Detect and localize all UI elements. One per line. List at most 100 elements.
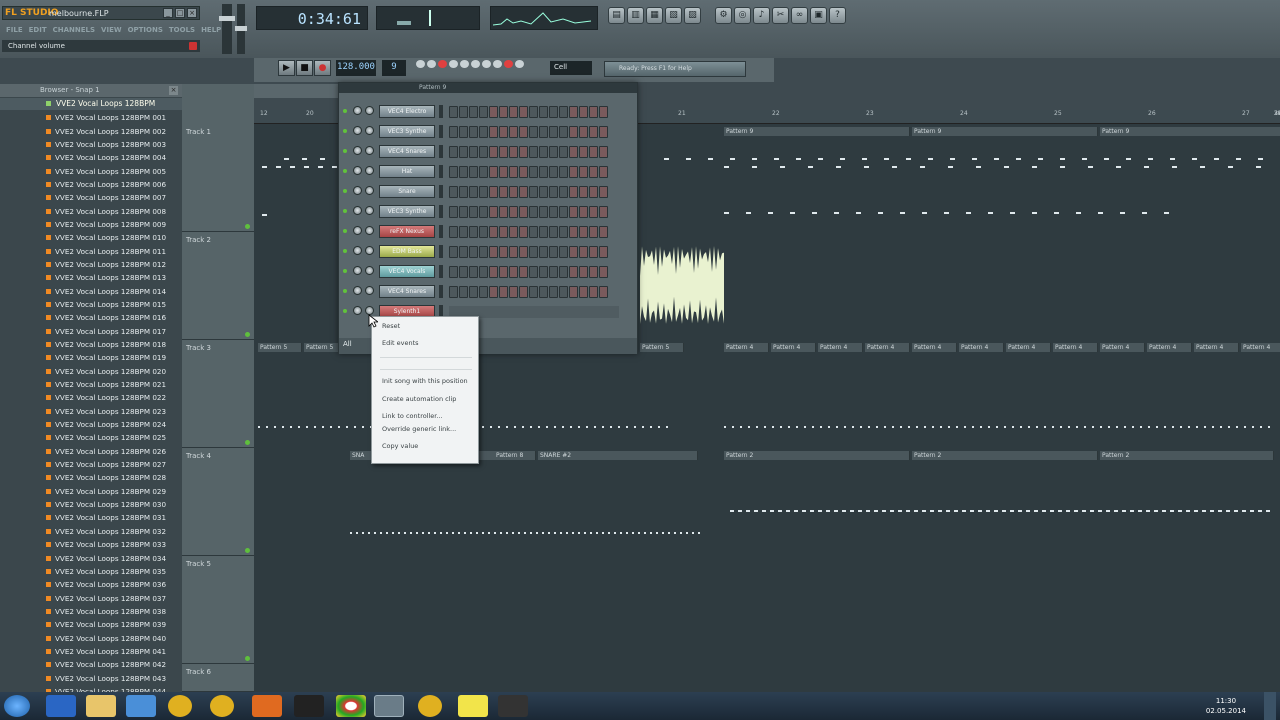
- step-button[interactable]: [599, 146, 608, 158]
- step-button[interactable]: [519, 286, 528, 298]
- step-button[interactable]: [459, 106, 468, 118]
- close-button[interactable]: ×: [187, 8, 197, 18]
- step-button[interactable]: [509, 266, 518, 278]
- step-button[interactable]: [469, 166, 478, 178]
- step-button[interactable]: [569, 286, 578, 298]
- slider-handle[interactable]: [235, 26, 247, 31]
- channel-rack-icon[interactable]: ▧: [665, 7, 682, 24]
- list-item[interactable]: VVE2 Vocal Loops 128BPM 037: [0, 591, 182, 604]
- step-button[interactable]: [579, 106, 588, 118]
- step-button[interactable]: [449, 106, 458, 118]
- list-item[interactable]: VVE2 Vocal Loops 128BPM 006: [0, 178, 182, 191]
- step-button[interactable]: [459, 166, 468, 178]
- pan-knob[interactable]: [353, 306, 362, 315]
- fl-studio-icon[interactable]: [168, 695, 192, 717]
- list-item[interactable]: VVE2 Vocal Loops 128BPM 042: [0, 658, 182, 671]
- volume-knob[interactable]: [365, 126, 374, 135]
- step-button[interactable]: [559, 126, 568, 138]
- list-item[interactable]: VVE2 Vocal Loops 128BPM 010: [0, 231, 182, 244]
- list-item[interactable]: VVE2 Vocal Loops 128BPM 029: [0, 485, 182, 498]
- step-button[interactable]: [589, 106, 598, 118]
- channel-row[interactable]: VEC3 Synthe: [339, 203, 637, 223]
- channel-name-button[interactable]: VEC3 Synthe: [379, 205, 435, 218]
- step-button[interactable]: [519, 186, 528, 198]
- step-button[interactable]: [509, 226, 518, 238]
- step-button[interactable]: [449, 186, 458, 198]
- list-item[interactable]: VVE2 Vocal Loops 128BPM 013: [0, 271, 182, 284]
- list-item[interactable]: VVE2 Vocal Loops 128BPM 011: [0, 244, 182, 257]
- step-button[interactable]: [519, 206, 528, 218]
- tempo-display[interactable]: 128.000: [336, 60, 376, 76]
- volume-knob[interactable]: [365, 266, 374, 275]
- volume-knob[interactable]: [365, 206, 374, 215]
- channel-led-icon[interactable]: [343, 189, 347, 193]
- step-button[interactable]: [489, 246, 498, 258]
- step-button[interactable]: [499, 266, 508, 278]
- step-button[interactable]: [589, 126, 598, 138]
- hint-close-icon[interactable]: [189, 42, 197, 50]
- step-button[interactable]: [529, 226, 538, 238]
- step-button[interactable]: [499, 246, 508, 258]
- browser-icon[interactable]: ▦: [646, 7, 663, 24]
- step-button[interactable]: [549, 106, 558, 118]
- step-button[interactable]: [459, 186, 468, 198]
- list-item[interactable]: VVE2 Vocal Loops 128BPM 027: [0, 458, 182, 471]
- step-button[interactable]: [559, 246, 568, 258]
- tray-clock[interactable]: 11:30 02.05.2014: [1206, 696, 1246, 716]
- track-enabled-icon[interactable]: [245, 656, 250, 661]
- step-button[interactable]: [599, 206, 608, 218]
- step-button[interactable]: [479, 286, 488, 298]
- step-button[interactable]: [549, 166, 558, 178]
- track-header[interactable]: Track 6: [182, 664, 254, 692]
- channel-led-icon[interactable]: [343, 269, 347, 273]
- terminal-icon[interactable]: [294, 695, 324, 717]
- pattern-clip[interactable]: Pattern 5: [258, 343, 302, 352]
- track-header[interactable]: Track 2: [182, 232, 254, 340]
- step-button[interactable]: [539, 146, 548, 158]
- step-button[interactable]: [509, 186, 518, 198]
- step-button[interactable]: [599, 166, 608, 178]
- pattern-clip[interactable]: Pattern 4: [1241, 343, 1280, 352]
- pattern-clip[interactable]: Pattern 4: [771, 343, 816, 352]
- step-button[interactable]: [549, 266, 558, 278]
- step-button[interactable]: [539, 106, 548, 118]
- channel-row[interactable]: VEC4 Electro: [339, 103, 637, 123]
- step-button[interactable]: [539, 286, 548, 298]
- step-button[interactable]: [449, 146, 458, 158]
- snap-selector[interactable]: Cell: [550, 61, 592, 75]
- menu-item-reset[interactable]: Reset: [382, 322, 400, 330]
- step-button[interactable]: [489, 186, 498, 198]
- playlist-icon[interactable]: ▤: [608, 7, 625, 24]
- step-button[interactable]: [589, 226, 598, 238]
- step-button[interactable]: [479, 226, 488, 238]
- step-button[interactable]: [469, 186, 478, 198]
- record-icon[interactable]: ●: [314, 60, 331, 76]
- step-button[interactable]: [569, 106, 578, 118]
- step-button[interactable]: [449, 206, 458, 218]
- step-button[interactable]: [519, 246, 528, 258]
- channel-select[interactable]: [439, 165, 443, 178]
- step-button[interactable]: [569, 226, 578, 238]
- channel-led-icon[interactable]: [343, 289, 347, 293]
- step-button[interactable]: [529, 106, 538, 118]
- step-button[interactable]: [519, 106, 528, 118]
- song-clock[interactable]: 0:34:61: [256, 6, 368, 30]
- menu-edit[interactable]: EDIT: [29, 24, 47, 36]
- step-button[interactable]: [449, 266, 458, 278]
- piano-roll-icon[interactable]: ▥: [627, 7, 644, 24]
- list-item[interactable]: VVE2 Vocal Loops 128BPM 040: [0, 631, 182, 644]
- step-button[interactable]: [589, 166, 598, 178]
- channel-name-button[interactable]: reFX Nexus: [379, 225, 435, 238]
- app-icon[interactable]: [498, 695, 528, 717]
- wait-input-icon[interactable]: [427, 60, 436, 68]
- channel-row[interactable]: VEC4 Vocals: [339, 263, 637, 283]
- menu-channels[interactable]: CHANNELS: [53, 24, 95, 36]
- step-button[interactable]: [589, 146, 598, 158]
- menu-item-override-link[interactable]: Override generic link...: [382, 425, 456, 433]
- menu-item-create-automation[interactable]: Create automation clip: [382, 395, 456, 403]
- step-button[interactable]: [459, 266, 468, 278]
- channel-select[interactable]: [439, 225, 443, 238]
- list-item[interactable]: VVE2 Vocal Loops 128BPM 038: [0, 605, 182, 618]
- step-button[interactable]: [499, 166, 508, 178]
- channel-led-icon[interactable]: [343, 209, 347, 213]
